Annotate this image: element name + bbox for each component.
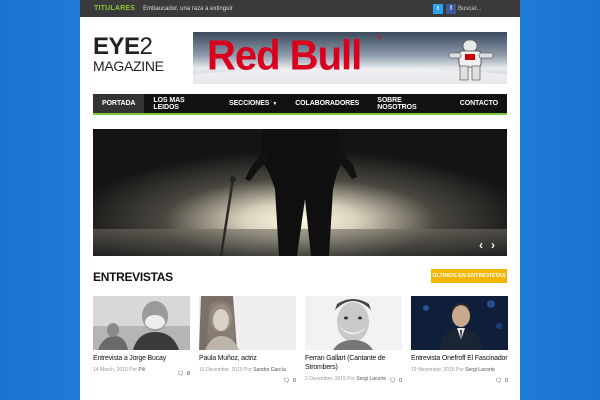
nav-label: LOS MAS LEIDOS [153, 96, 185, 111]
article-thumbnail[interactable] [411, 296, 508, 350]
facebook-icon[interactable]: f [446, 4, 456, 14]
logo-number: 2 [139, 33, 153, 60]
article-meta: 14 March, 2016 Por Pili [93, 367, 190, 373]
article-author[interactable]: Sergi Lacorte [465, 367, 495, 373]
page-container: EYE2 MAGAZINE Red Bull ® PORTADA LOS MAS… [80, 17, 520, 400]
main-nav: PORTADA LOS MAS LEIDOS SECCIONES ▼ COLABO… [93, 94, 507, 115]
nav-item-secciones[interactable]: SECCIONES ▼ [220, 94, 286, 113]
article-date: 2 December, 2015 [305, 376, 346, 382]
comment-number: 8 [186, 371, 190, 377]
article-thumbnail[interactable] [199, 296, 296, 350]
article-title[interactable]: Paula Muñoz, actriz [199, 354, 296, 363]
ad-banner[interactable]: Red Bull ® [193, 32, 507, 84]
logo-subtitle: MAGAZINE [93, 58, 164, 74]
article-date: 14 March, 2016 [93, 367, 128, 373]
article-author[interactable]: Pili [138, 367, 145, 373]
article-date: 15 December, 2015 [199, 367, 243, 373]
nav-label: CONTACTO [459, 100, 498, 107]
search-input[interactable]: Buscar... [458, 0, 510, 17]
article-title[interactable]: Ferran Gallart (Cantante de Strombers) [305, 354, 402, 372]
comment-icon: 🗨 [388, 378, 396, 384]
article-card[interactable]: Entrevista a Jorge Bucay 14 March, 2016 … [93, 296, 190, 382]
more-interviews-button[interactable]: ÚLTIMOS EN ENTREVISTAS [431, 269, 507, 283]
top-bar: TITULARES Embaucador, una raza a extingu… [80, 0, 520, 17]
comment-count[interactable]: 🗨 0 [389, 378, 402, 384]
article-author[interactable]: Sandra García [253, 367, 286, 373]
nav-label: SECCIONES [229, 100, 270, 107]
interview-cards: Entrevista a Jorge Bucay 14 March, 2016 … [93, 296, 508, 384]
twitter-icon[interactable]: t [433, 4, 443, 14]
comment-number: 0 [398, 378, 402, 384]
comment-number: 0 [292, 378, 296, 384]
logo-word: EYE [93, 33, 140, 60]
hero-slider[interactable]: ‹ › [93, 129, 507, 256]
comment-icon: 🗨 [282, 378, 290, 384]
social-links: t f [433, 4, 456, 14]
nav-item-contacto[interactable]: CONTACTO [451, 94, 507, 113]
article-date: 19 November, 2015 [411, 367, 455, 373]
article-thumbnail[interactable] [93, 296, 190, 350]
nav-label: SOBRE NOSOTROS [377, 96, 417, 111]
nav-label: COLABORADORES [295, 100, 360, 107]
comment-count[interactable]: 🗨 0 [283, 378, 296, 384]
article-thumbnail[interactable] [305, 296, 402, 350]
banner-brand: Red Bull [207, 32, 362, 80]
article-title[interactable]: Entrevista a Jorge Bucay [93, 354, 190, 363]
nav-item-sobre-nosotros[interactable]: SOBRE NOSOTROS [368, 94, 451, 113]
article-card[interactable]: Ferran Gallart (Cantante de Strombers) 2… [305, 296, 402, 384]
hero-image [93, 129, 507, 256]
comment-count[interactable]: 🗨 8 [177, 371, 190, 377]
comment-number: 0 [504, 378, 508, 384]
article-card[interactable]: Paula Muñoz, actriz 15 December, 2015 Po… [199, 296, 296, 384]
comment-icon: 🗨 [176, 371, 184, 377]
article-card[interactable]: Entrevista Onefroff El Fascinador 19 Nov… [411, 296, 508, 384]
comment-icon: 🗨 [494, 378, 502, 384]
article-by: Por [347, 376, 356, 382]
astronaut-image [448, 39, 494, 81]
comment-count[interactable]: 🗨 0 [495, 378, 508, 384]
article-title[interactable]: Entrevista Onefroff El Fascinador [411, 354, 508, 363]
ticker-label: TITULARES [94, 5, 136, 12]
nav-label: PORTADA [102, 100, 136, 107]
site-logo[interactable]: EYE2 MAGAZINE [93, 33, 178, 81]
article-by: Por [129, 367, 137, 373]
article-by: Por [244, 367, 252, 373]
article-meta: 19 November, 2015 Por Sergi Lacorte [411, 367, 508, 373]
nav-item-colaboradores[interactable]: COLABORADORES [286, 94, 368, 113]
article-author[interactable]: Sergi Lacorte [356, 376, 386, 382]
ticker-headline[interactable]: Embaucador, una raza a extinguir [143, 6, 233, 12]
article-by: Por [456, 367, 464, 373]
slider-arrows: ‹ › [479, 238, 495, 252]
chevron-down-icon: ▼ [272, 100, 278, 107]
nav-item-los-mas-leidos[interactable]: LOS MAS LEIDOS [144, 94, 220, 113]
article-meta: 2 December, 2015 Por Sergi Lacorte [305, 376, 402, 382]
chevron-left-icon[interactable]: ‹ [479, 238, 483, 252]
article-meta: 15 December, 2015 Por Sandra García [199, 367, 296, 373]
chevron-right-icon[interactable]: › [491, 238, 495, 252]
nav-item-portada[interactable]: PORTADA [93, 94, 145, 113]
section-title: ENTREVISTAS [93, 270, 173, 284]
banner-registered: ® [377, 36, 382, 42]
